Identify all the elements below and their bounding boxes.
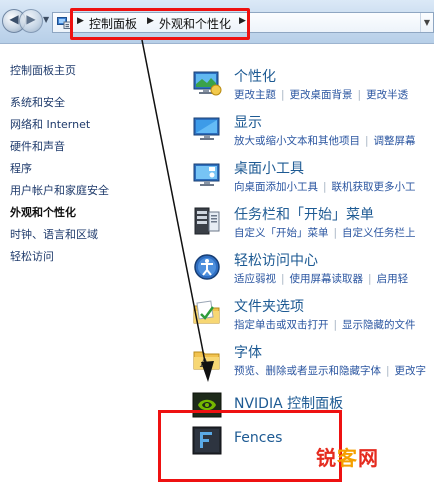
watermark-char: 锐	[316, 446, 337, 470]
link-separator: |	[281, 273, 285, 285]
link-enable-ease[interactable]: 启用轻	[377, 273, 409, 285]
link-separator: |	[368, 273, 372, 285]
nvidia-icon[interactable]	[192, 390, 222, 420]
taskbar-icon[interactable]	[192, 206, 222, 236]
category-taskbar: 任务栏和「开始」菜单 自定义「开始」菜单 | 自定义任务栏上	[178, 203, 434, 249]
fonts-icon[interactable]: A	[192, 344, 222, 374]
link-customize-start-menu[interactable]: 自定义「开始」菜单	[234, 227, 329, 239]
fences-icon[interactable]	[192, 425, 222, 455]
link-change-background[interactable]: 更改桌面背景	[290, 89, 353, 101]
nav-network-internet[interactable]: 网络和 Internet	[10, 116, 90, 132]
link-separator: |	[333, 227, 338, 239]
link-change-font-settings[interactable]: 更改字	[395, 365, 427, 377]
display-icon[interactable]	[192, 114, 222, 144]
breadcrumb-separator-icon[interactable]: ▶	[77, 16, 84, 26]
category-links: 自定义「开始」菜单 | 自定义任务栏上	[234, 225, 434, 240]
link-screen-reader[interactable]: 使用屏幕读取器	[290, 273, 364, 285]
nav-control-panel-home[interactable]: 控制面板主页	[10, 62, 76, 78]
category-title[interactable]: 任务栏和「开始」菜单	[234, 204, 374, 224]
category-display: 显示 放大或缩小文本和其他项目 | 调整屏幕	[178, 111, 434, 157]
address-dropdown-icon[interactable]: ▼	[420, 13, 433, 32]
category-ease-of-access: 轻松访问中心 适应弱视 | 使用屏幕读取器 | 启用轻	[178, 249, 434, 295]
category-title[interactable]: 显示	[234, 112, 262, 132]
address-bar[interactable]: ▶ 控制面板 ▶ 外观和个性化 ▶ ▼	[52, 12, 434, 33]
nav-hardware-sound[interactable]: 硬件和声音	[10, 138, 65, 154]
category-links: 适应弱视 | 使用屏幕读取器 | 启用轻	[234, 271, 434, 286]
nav-user-accounts[interactable]: 用户帐户和家庭安全	[10, 182, 109, 198]
link-separator: |	[365, 135, 369, 147]
folder-options-icon[interactable]	[192, 298, 222, 328]
category-title[interactable]: Fences	[234, 430, 282, 446]
category-title[interactable]: NVIDIA 控制面板	[234, 393, 343, 413]
nav-appearance-current[interactable]: 外观和个性化	[10, 204, 76, 220]
link-zoom-text[interactable]: 放大或缩小文本和其他项目	[234, 135, 360, 147]
forward-button[interactable]: ▶	[19, 9, 43, 33]
link-single-double-click[interactable]: 指定单击或双击打开	[234, 319, 329, 331]
category-links: 放大或缩小文本和其他项目 | 调整屏幕	[234, 133, 434, 148]
category-fences: Fences	[178, 422, 434, 468]
breadcrumb-appearance[interactable]: 外观和个性化	[159, 15, 231, 32]
link-preview-fonts[interactable]: 预览、删除或者显示和隐藏字体	[234, 365, 381, 377]
gadgets-icon[interactable]	[192, 160, 222, 190]
watermark-char: 客	[337, 446, 358, 470]
category-title[interactable]: 桌面小工具	[234, 158, 304, 178]
link-customize-taskbar[interactable]: 自定义任务栏上	[342, 227, 416, 239]
link-separator: |	[333, 319, 338, 331]
svg-text:A: A	[199, 356, 210, 370]
link-adjust-resolution[interactable]: 调整屏幕	[374, 135, 416, 147]
category-title[interactable]: 个性化	[234, 66, 276, 86]
category-gadgets: 桌面小工具 向桌面添加小工具 | 联机获取更多小工	[178, 157, 434, 203]
category-title[interactable]: 字体	[234, 342, 262, 362]
link-change-theme[interactable]: 更改主题	[234, 89, 276, 101]
category-links: 指定单击或双击打开 | 显示隐藏的文件	[234, 317, 434, 332]
control-panel-icon	[57, 17, 71, 29]
ease-of-access-icon[interactable]	[192, 252, 222, 282]
category-list: 个性化 更改主题 | 更改桌面背景 | 更改半透 显示 放大或缩小文本和其他项目 | 调整屏…	[178, 45, 434, 485]
link-add-gadgets[interactable]: 向桌面添加小工具	[234, 181, 318, 193]
forward-arrow-icon: ▶	[26, 12, 36, 26]
navigation-bar: ◀ ▶ ▼ ▶ 控制面板 ▶ 外观和个性化 ▶ ▼	[0, 0, 434, 44]
link-separator: |	[386, 365, 390, 377]
category-links: 向桌面添加小工具 | 联机获取更多小工	[234, 179, 434, 194]
nav-programs[interactable]: 程序	[10, 160, 32, 176]
nav-clock-language-region[interactable]: 时钟、语言和区域	[10, 226, 98, 242]
breadcrumb-control-panel[interactable]: 控制面板	[89, 15, 137, 32]
watermark-logo: 锐客网	[316, 442, 379, 471]
category-title[interactable]: 轻松访问中心	[234, 250, 318, 270]
category-links: 更改主题 | 更改桌面背景 | 更改半透	[234, 87, 434, 102]
left-nav-pane: 控制面板主页 系统和安全 网络和 Internet 硬件和声音 程序 用户帐户和…	[0, 45, 162, 485]
category-personalization: 个性化 更改主题 | 更改桌面背景 | 更改半透	[178, 65, 434, 111]
breadcrumb-separator-icon[interactable]: ▶	[147, 16, 154, 26]
breadcrumb-separator-icon[interactable]: ▶	[239, 16, 246, 26]
recent-pages-dropdown-icon[interactable]: ▼	[43, 15, 49, 24]
personalization-icon[interactable]	[192, 68, 222, 98]
category-fonts: A 字体 预览、删除或者显示和隐藏字体 | 更改字	[178, 341, 434, 387]
watermark-char: 网	[358, 446, 379, 470]
link-separator: |	[323, 181, 327, 193]
category-links: 预览、删除或者显示和隐藏字体 | 更改字	[234, 363, 434, 378]
link-separator: |	[281, 89, 285, 101]
category-title[interactable]: 文件夹选项	[234, 296, 304, 316]
link-change-transparency[interactable]: 更改半透	[366, 89, 408, 101]
link-low-vision[interactable]: 适应弱视	[234, 273, 276, 285]
nav-ease-of-access[interactable]: 轻松访问	[10, 248, 54, 264]
link-get-more-gadgets[interactable]: 联机获取更多小工	[332, 181, 416, 193]
link-show-hidden-files[interactable]: 显示隐藏的文件	[342, 319, 416, 331]
category-folder-options: 文件夹选项 指定单击或双击打开 | 显示隐藏的文件	[178, 295, 434, 341]
link-separator: |	[357, 89, 362, 101]
nav-system-security[interactable]: 系统和安全	[10, 94, 65, 110]
